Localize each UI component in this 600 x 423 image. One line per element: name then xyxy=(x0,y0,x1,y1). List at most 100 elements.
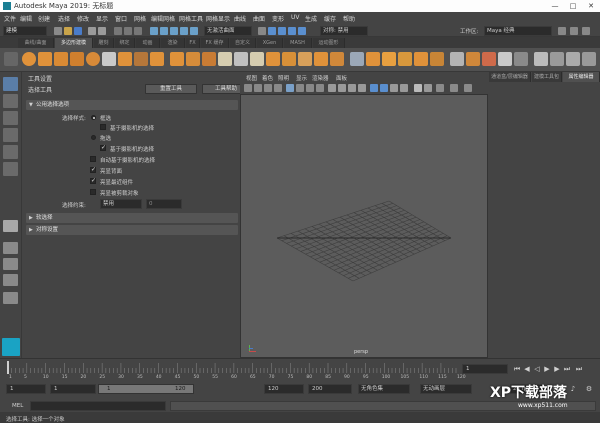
character-set-dropdown[interactable]: 无角色集 xyxy=(358,384,410,394)
vp-smooth-shade-icon[interactable] xyxy=(338,84,346,92)
poly-torus-icon[interactable] xyxy=(86,52,100,66)
close-button[interactable]: ✕ xyxy=(582,0,600,12)
vp-ao-icon[interactable] xyxy=(400,84,408,92)
menu-curves[interactable]: 曲线 xyxy=(234,14,246,23)
command-input[interactable] xyxy=(30,401,166,411)
minimize-button[interactable]: — xyxy=(546,0,564,12)
menu-help[interactable]: 帮助 xyxy=(343,14,355,23)
anim-end-field[interactable]: 200 xyxy=(308,384,352,394)
persp-graph-layout-icon[interactable] xyxy=(3,274,18,286)
workspace-dropdown[interactable]: Maya 经典 xyxy=(484,26,552,36)
select-component-icon[interactable] xyxy=(134,27,142,35)
snap-surface-icon[interactable] xyxy=(190,27,198,35)
separate-icon[interactable] xyxy=(186,52,200,66)
current-frame-field[interactable]: 1 xyxy=(462,364,508,374)
tab-channel-box[interactable]: 通道盒/层编辑器 xyxy=(489,72,531,82)
vp-isolate-icon[interactable] xyxy=(414,84,422,92)
vp-menu-lighting[interactable]: 照明 xyxy=(278,74,289,82)
menu-edit-mesh[interactable]: 编辑网格 xyxy=(151,14,175,23)
menu-file[interactable]: 文件 xyxy=(4,14,16,23)
shelf-options-icon[interactable] xyxy=(582,52,596,66)
new-scene-icon[interactable] xyxy=(54,27,62,35)
freeze-transform-icon[interactable] xyxy=(514,52,528,66)
poly-sphere-icon[interactable] xyxy=(22,52,36,66)
constraint-dropdown[interactable]: 禁用 xyxy=(100,199,142,209)
four-view-layout-icon[interactable] xyxy=(3,242,18,254)
section-symmetry[interactable]: ▶ 对称设置 xyxy=(26,225,238,235)
menu-mesh-tools[interactable]: 网格工具 xyxy=(179,14,203,23)
outliner-layout-icon[interactable] xyxy=(3,292,18,304)
history-icon[interactable] xyxy=(258,27,266,35)
vp-menu-panels[interactable]: 面板 xyxy=(336,74,347,82)
shelf-tab-curves-surfaces[interactable]: 曲线/曲面 xyxy=(18,38,54,48)
next-key-icon[interactable]: ⏭ xyxy=(562,364,572,374)
merge-icon[interactable] xyxy=(330,52,344,66)
single-perspective-layout-icon[interactable] xyxy=(3,220,18,232)
select-object-icon[interactable] xyxy=(124,27,132,35)
go-to-start-icon[interactable]: ⏮ xyxy=(512,364,522,374)
render-current-icon[interactable] xyxy=(278,27,286,35)
vp-lock-camera-icon[interactable] xyxy=(254,84,262,92)
vp-film-gate-icon[interactable] xyxy=(296,84,304,92)
shelf-tab-fx[interactable]: FX xyxy=(186,38,200,48)
extrude-icon[interactable] xyxy=(266,52,280,66)
smooth-icon[interactable] xyxy=(202,52,216,66)
render-settings-icon[interactable] xyxy=(298,27,306,35)
shelf-tab-rendering[interactable]: 渲染 xyxy=(161,38,185,48)
move-tool-icon[interactable] xyxy=(3,128,18,142)
connect-icon[interactable] xyxy=(382,52,396,66)
auto-uv-icon[interactable] xyxy=(466,52,480,66)
shelf-editor-icon[interactable] xyxy=(550,52,564,66)
vp-gate-mask-icon[interactable] xyxy=(316,84,324,92)
playback-start-field[interactable]: 1 xyxy=(50,384,96,394)
menu-uv[interactable]: UV xyxy=(291,14,300,21)
toggle-panel-icon[interactable] xyxy=(570,27,578,35)
menu-mesh-display[interactable]: 网格显示 xyxy=(206,14,230,23)
step-forward-icon[interactable]: ▶ xyxy=(552,364,562,374)
paint-select-tool-icon[interactable] xyxy=(3,111,18,125)
shelf-tab-sculpt[interactable]: 雕刻 xyxy=(94,38,114,48)
vp-menu-view[interactable]: 视图 xyxy=(246,74,257,82)
playback-end-field[interactable]: 120 xyxy=(264,384,304,394)
scale-tool-icon[interactable] xyxy=(3,162,18,176)
checkbox-camera-based-1[interactable] xyxy=(100,124,106,130)
vp-menu-show[interactable]: 显示 xyxy=(296,74,307,82)
undo-icon[interactable] xyxy=(88,27,96,35)
shelf-tab-rigging[interactable]: 绑定 xyxy=(115,38,135,48)
checkbox-camera-based-2[interactable] xyxy=(100,144,106,151)
menu-edit[interactable]: 编辑 xyxy=(20,14,32,23)
menuset-dropdown[interactable]: 建模 xyxy=(3,26,47,36)
rotate-tool-icon[interactable] xyxy=(3,145,18,159)
vp-shadows-icon[interactable] xyxy=(390,84,398,92)
shelf-menu-icon[interactable] xyxy=(4,52,18,66)
menu-select[interactable]: 选择 xyxy=(58,14,70,23)
vp-menu-shading[interactable]: 着色 xyxy=(262,74,273,82)
combine-icon[interactable] xyxy=(170,52,184,66)
quad-draw-icon[interactable] xyxy=(398,52,412,66)
shelf-tab-motion-graphics[interactable]: 运动图形 xyxy=(313,38,345,48)
menu-mesh[interactable]: 网格 xyxy=(134,14,146,23)
vp-textured-icon[interactable] xyxy=(370,84,378,92)
select-hierarchy-icon[interactable] xyxy=(114,27,122,35)
redo-icon[interactable] xyxy=(98,27,106,35)
menu-cache[interactable]: 缓存 xyxy=(324,14,336,23)
open-scene-icon[interactable] xyxy=(64,27,72,35)
go-to-end-icon[interactable]: ⏭ xyxy=(574,364,584,374)
target-weld-icon[interactable] xyxy=(366,52,380,66)
snap-curve-icon[interactable] xyxy=(160,27,168,35)
range-bar[interactable]: 1 120 xyxy=(98,384,194,394)
vp-xray-joints-icon[interactable] xyxy=(424,84,432,92)
super-shape-icon[interactable] xyxy=(150,52,164,66)
uv-editor-icon[interactable] xyxy=(482,52,496,66)
checkbox-highlight-nearest[interactable] xyxy=(90,177,96,184)
ipr-render-icon[interactable] xyxy=(288,27,296,35)
menu-window[interactable]: 窗口 xyxy=(115,14,127,23)
fill-hole-icon[interactable] xyxy=(314,52,328,66)
anim-start-field[interactable]: 1 xyxy=(6,384,46,394)
side-by-side-layout-icon[interactable] xyxy=(3,258,18,270)
vp-shade-wire-icon[interactable] xyxy=(348,84,356,92)
play-backward-icon[interactable]: ◁ xyxy=(532,364,542,374)
symmetry-dropdown[interactable]: 对称: 禁用 xyxy=(320,26,368,36)
vp-bookmark-icon[interactable] xyxy=(264,84,272,92)
menu-generate[interactable]: 生成 xyxy=(305,14,317,23)
